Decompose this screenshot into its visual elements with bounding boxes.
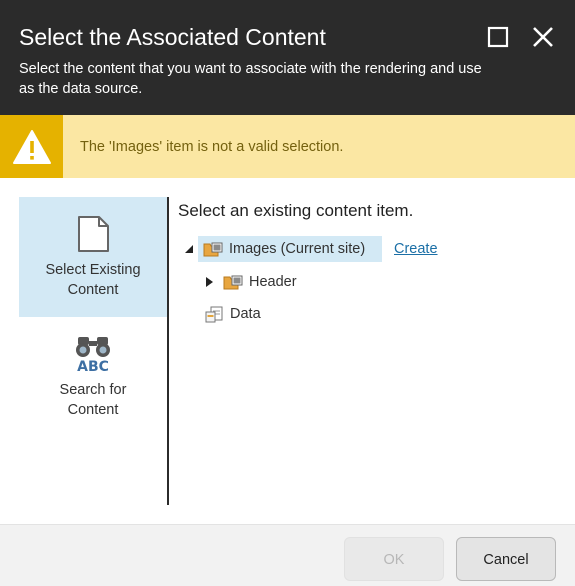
close-button[interactable]: [530, 24, 556, 50]
document-icon: [19, 215, 167, 258]
nav-label-line2: Content: [67, 402, 119, 418]
nav-label-line1: Select Existing: [45, 262, 141, 278]
expand-arrow-icon[interactable]: [204, 276, 214, 288]
tree-row: Images (Current site): [184, 236, 384, 262]
folder-images-icon: [223, 275, 243, 290]
close-icon: [533, 27, 553, 47]
tree-node-data[interactable]: Data: [199, 301, 289, 327]
dialog-footer: OK Cancel: [0, 524, 575, 586]
nav-select-existing-content[interactable]: Select Existing Content: [19, 197, 167, 317]
nav-search-for-content[interactable]: ABC Search for Content: [19, 321, 167, 441]
maximize-icon: [487, 26, 509, 48]
binoculars-abc-icon: ABC: [19, 333, 167, 380]
tree-row: Header: [204, 269, 344, 295]
source-nav: Select Existing Content ABC Search for C…: [19, 197, 167, 505]
tree-row: Data: [199, 301, 309, 327]
nav-divider: [167, 197, 169, 505]
dialog-title: Select the Associated Content: [19, 24, 326, 50]
ok-button[interactable]: OK: [344, 537, 444, 581]
tree-node-label: Data: [230, 306, 261, 322]
dialog-header: Select the Associated Content Select the…: [0, 0, 575, 115]
warning-message: The 'Images' item is not a valid selecti…: [80, 139, 344, 155]
create-link[interactable]: Create: [394, 236, 438, 262]
svg-text:ABC: ABC: [77, 359, 109, 375]
dialog: Select the Associated Content Select the…: [0, 0, 575, 586]
warning-bar: The 'Images' item is not a valid selecti…: [0, 115, 575, 178]
tree-node-header[interactable]: Header: [218, 269, 328, 295]
folder-images-icon: [203, 242, 223, 257]
nav-label-line2: Content: [67, 282, 119, 298]
dialog-subtitle: Select the content that you want to asso…: [19, 61, 482, 97]
warning-triangle-icon: [13, 130, 51, 164]
maximize-button[interactable]: [486, 24, 512, 50]
collapse-arrow-icon[interactable]: [184, 244, 194, 254]
warning-icon-box: [0, 115, 63, 178]
cancel-button[interactable]: Cancel: [456, 537, 556, 581]
nav-label-line1: Search for: [59, 382, 127, 398]
tree-node-images[interactable]: Images (Current site): [198, 236, 382, 262]
tree-node-label: Header: [249, 274, 297, 290]
content-heading: Select an existing content item.: [178, 201, 414, 220]
data-item-icon: [205, 306, 223, 323]
tree-node-label: Images (Current site): [229, 241, 366, 257]
